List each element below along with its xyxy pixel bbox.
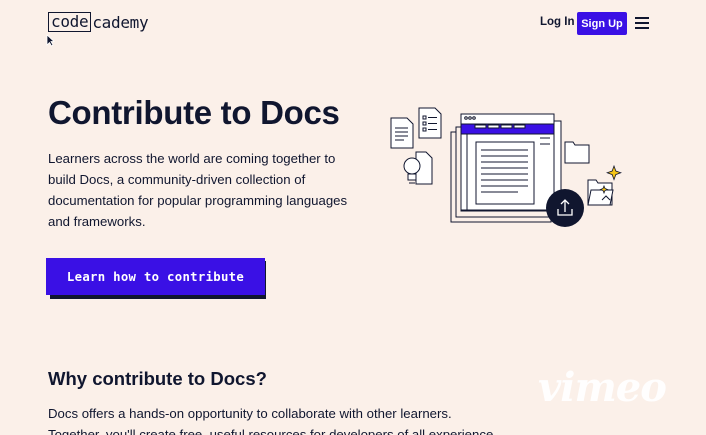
signup-button[interactable]: Sign Up xyxy=(577,12,627,35)
cursor-icon xyxy=(46,34,55,47)
why-contribute-heading: Why contribute to Docs? xyxy=(48,368,267,389)
menu-icon[interactable] xyxy=(635,17,649,32)
folder-icon xyxy=(564,141,590,164)
why-contribute-text: Docs offers a hands-on opportunity to co… xyxy=(48,406,494,435)
editor-window xyxy=(450,113,562,223)
site-header: code cademy Log In Sign Up xyxy=(0,0,706,47)
upload-icon xyxy=(546,189,584,227)
hero-description: Learners across the world are coming tog… xyxy=(48,151,348,229)
lightbulb-icon xyxy=(403,151,433,185)
checklist-document-icon xyxy=(418,107,442,139)
vimeo-watermark: vimeo xyxy=(538,364,667,411)
logo-rest-text: cademy xyxy=(92,12,149,32)
page-title: Contribute to Docs xyxy=(48,94,340,131)
login-link[interactable]: Log In xyxy=(540,16,575,28)
docs-illustration xyxy=(390,107,622,227)
open-folder-icon xyxy=(587,179,614,206)
document-icon xyxy=(390,117,414,149)
learn-contribute-button[interactable]: Learn how to contribute xyxy=(46,258,265,295)
codecademy-logo[interactable]: code cademy xyxy=(48,12,149,32)
logo-boxed-text: code xyxy=(48,12,92,32)
